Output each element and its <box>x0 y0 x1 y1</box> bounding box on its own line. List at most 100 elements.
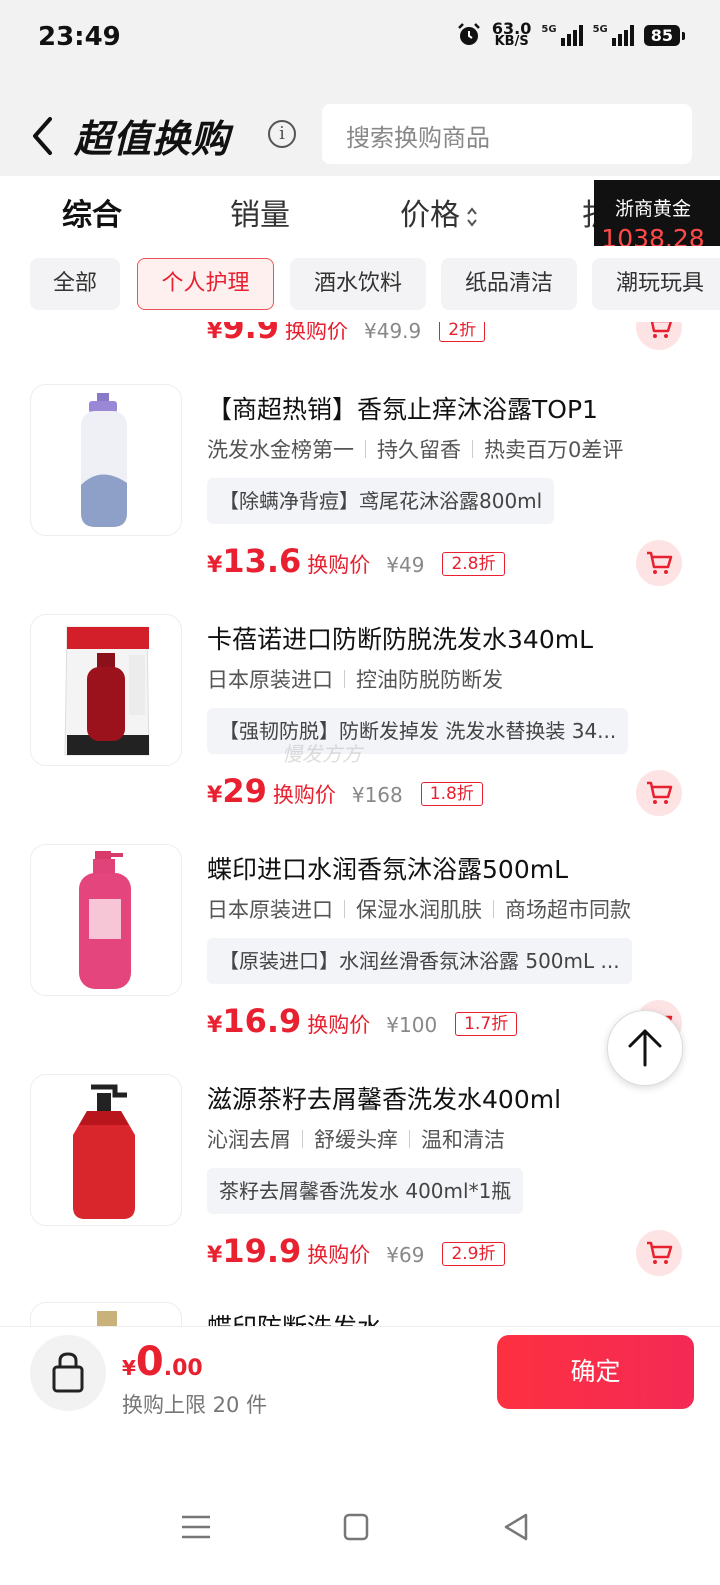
product-tag: 热卖百万0差评 <box>484 438 624 462</box>
battery-indicator: 85 <box>643 24 686 46</box>
back-chevron-icon[interactable] <box>30 116 56 156</box>
price-row: ¥29 换购价 ¥168 1.8折 <box>207 772 483 816</box>
product-image <box>30 614 182 766</box>
arrow-up-icon <box>628 1029 662 1067</box>
cart-icon <box>650 322 673 338</box>
price-row: ¥19.9 换购价 ¥69 2.9折 <box>207 1232 505 1276</box>
price-row: ¥9.9 换购价 ¥49.9 2折 <box>207 322 486 352</box>
net-speed: 63.0 KB/S <box>491 19 532 49</box>
product-promo: 【原装进口】水润丝滑香氛沐浴露 500mL ... <box>207 938 632 984</box>
home-square-icon[interactable] <box>336 1511 376 1543</box>
status-bar: 23:49 63.0 KB/S 5G 5G 85 <box>0 0 720 80</box>
signal-5g-2-icon: 5G <box>593 24 634 46</box>
product-title: 蝶印进口水润香氛沐浴露500mL <box>207 855 568 884</box>
product-item[interactable]: 卡蓓诺进口防断防脱洗发水340mL 日本原装进口 控油防脱防断发 【强韧防脱】防… <box>0 614 720 844</box>
product-title: 【商超热销】香氛止痒沐浴露TOP1 <box>207 395 598 424</box>
price-row: ¥13.6 换购价 ¥49 2.8折 <box>207 542 505 586</box>
exchange-price: ¥13.6 <box>207 542 302 580</box>
category-chip-drinks[interactable]: 酒水饮料 <box>290 258 426 310</box>
original-price: ¥69 <box>386 1243 425 1267</box>
back-triangle-icon[interactable] <box>496 1511 536 1543</box>
discount-badge: 2.9折 <box>442 1242 505 1266</box>
search-input[interactable]: 搜索换购商品 <box>322 104 692 164</box>
product-promo: 茶籽去屑馨香洗发水 400ml*1瓶 <box>207 1168 524 1214</box>
category-chip-toys[interactable]: 潮玩玩具 <box>592 258 720 310</box>
product-tag: 日本原装进口 <box>207 898 333 922</box>
list-item-partial-bottom[interactable]: 蝶印防断洗发水 <box>0 1302 720 1326</box>
discount-badge: 2.8折 <box>442 552 505 576</box>
exchange-price: ¥16.9 <box>207 1002 302 1040</box>
search-placeholder: 搜索换购商品 <box>346 124 490 152</box>
product-tags: 沁润去屑 舒缓头痒 温和清洁 <box>207 1124 505 1154</box>
sort-tab-sales[interactable]: 销量 <box>230 190 290 234</box>
add-to-cart-button[interactable] <box>636 1230 682 1276</box>
category-chip-personal-care[interactable]: 个人护理 <box>137 258 274 310</box>
page-title: 超值换购 <box>74 117 231 161</box>
sort-tab-price-label: 价格 <box>400 198 460 233</box>
sort-arrows-icon <box>467 206 477 227</box>
alarm-icon <box>458 23 480 45</box>
original-price: ¥49.9 <box>364 322 422 343</box>
price-row: ¥16.9 换购价 ¥100 1.7折 <box>207 1002 518 1046</box>
watermark-text: 慢发方方 <box>282 742 362 766</box>
product-title: 蝶印防断洗发水 <box>207 1308 382 1326</box>
category-chip-all[interactable]: 全部 <box>30 258 120 310</box>
cart-icon <box>647 551 673 574</box>
cart-bag-button[interactable] <box>30 1335 106 1411</box>
add-to-cart-button[interactable] <box>636 540 682 586</box>
sort-tab-price[interactable]: 价格 <box>400 190 478 234</box>
product-image <box>30 384 182 536</box>
system-nav-bar <box>0 1497 720 1557</box>
shopping-bag-icon <box>52 1352 84 1393</box>
discount-badge: 1.7折 <box>455 1012 518 1036</box>
checkout-footer: ¥0.00 换购上限 20 件 确定 <box>0 1326 720 1585</box>
total-amount: ¥0.00 <box>122 1339 203 1385</box>
exchange-price: ¥29 <box>207 772 267 810</box>
product-tag: 舒缓头痒 <box>314 1128 398 1152</box>
product-image <box>30 1074 182 1226</box>
category-chip-paper-cleaning[interactable]: 纸品清洁 <box>441 258 577 310</box>
original-price: ¥100 <box>386 1013 438 1037</box>
price-label: 换购价 <box>272 783 336 807</box>
product-promo: 【强韧防脱】防断发掉发 洗发水替换装 34... <box>207 708 629 754</box>
gold-ticker-label: 浙商黄金 <box>614 198 691 220</box>
add-to-cart-button[interactable] <box>636 770 682 816</box>
info-icon[interactable]: i <box>268 120 296 148</box>
product-tag: 保湿水润肌肤 <box>356 898 482 922</box>
add-to-cart-button[interactable] <box>636 322 682 350</box>
price-label: 换购价 <box>285 322 348 343</box>
price-label: 换购价 <box>307 1013 371 1037</box>
product-title: 滋源茶籽去屑馨香洗发水400ml <box>207 1085 562 1114</box>
exchange-price: ¥9.9 <box>207 322 279 346</box>
product-list: ¥9.9 换购价 ¥49.9 2折 【商超热销】香氛止痒沐浴露TOP1 洗发水金… <box>0 322 720 1326</box>
status-icons: 63.0 KB/S 5G 5G 85 <box>456 19 686 49</box>
original-price: ¥168 <box>351 783 403 807</box>
exchange-price: ¥19.9 <box>207 1232 302 1270</box>
cart-icon <box>647 1241 673 1264</box>
product-tag: 控油防脱防断发 <box>356 668 503 692</box>
product-item[interactable]: 滋源茶籽去屑馨香洗发水400ml 沁润去屑 舒缓头痒 温和清洁 茶籽去屑馨香洗发… <box>0 1074 720 1304</box>
price-label: 换购价 <box>307 553 371 577</box>
product-tag: 沁润去屑 <box>207 1128 291 1152</box>
product-tag: 持久留香 <box>377 438 461 462</box>
exchange-limit-text: 换购上限 20 件 <box>122 1393 268 1417</box>
original-price: ¥49 <box>386 553 425 577</box>
discount-badge: 2折 <box>439 322 486 342</box>
product-tag: 洗发水金榜第一 <box>207 438 354 462</box>
confirm-button[interactable]: 确定 <box>497 1335 694 1409</box>
price-label: 换购价 <box>307 1243 371 1267</box>
cart-icon <box>647 781 673 804</box>
sort-tab-comprehensive[interactable]: 综合 <box>62 190 122 234</box>
page-header: 超值换购 i 搜索换购商品 <box>0 80 720 176</box>
status-time: 23:49 <box>38 22 121 52</box>
product-tag: 日本原装进口 <box>207 668 333 692</box>
scroll-to-top-button[interactable] <box>607 1010 683 1086</box>
product-tags: 日本原装进口 保湿水润肌肤 商场超市同款 <box>207 894 631 924</box>
list-item-partial-top[interactable]: ¥9.9 换购价 ¥49.9 2折 <box>0 322 720 354</box>
product-tag: 商场超市同款 <box>505 898 631 922</box>
product-image <box>30 844 182 996</box>
product-item[interactable]: 【商超热销】香氛止痒沐浴露TOP1 洗发水金榜第一 持久留香 热卖百万0差评 【… <box>0 384 720 614</box>
menu-icon[interactable] <box>176 1511 216 1543</box>
product-tags: 日本原装进口 控油防脱防断发 <box>207 664 503 694</box>
discount-badge: 1.8折 <box>420 782 483 806</box>
